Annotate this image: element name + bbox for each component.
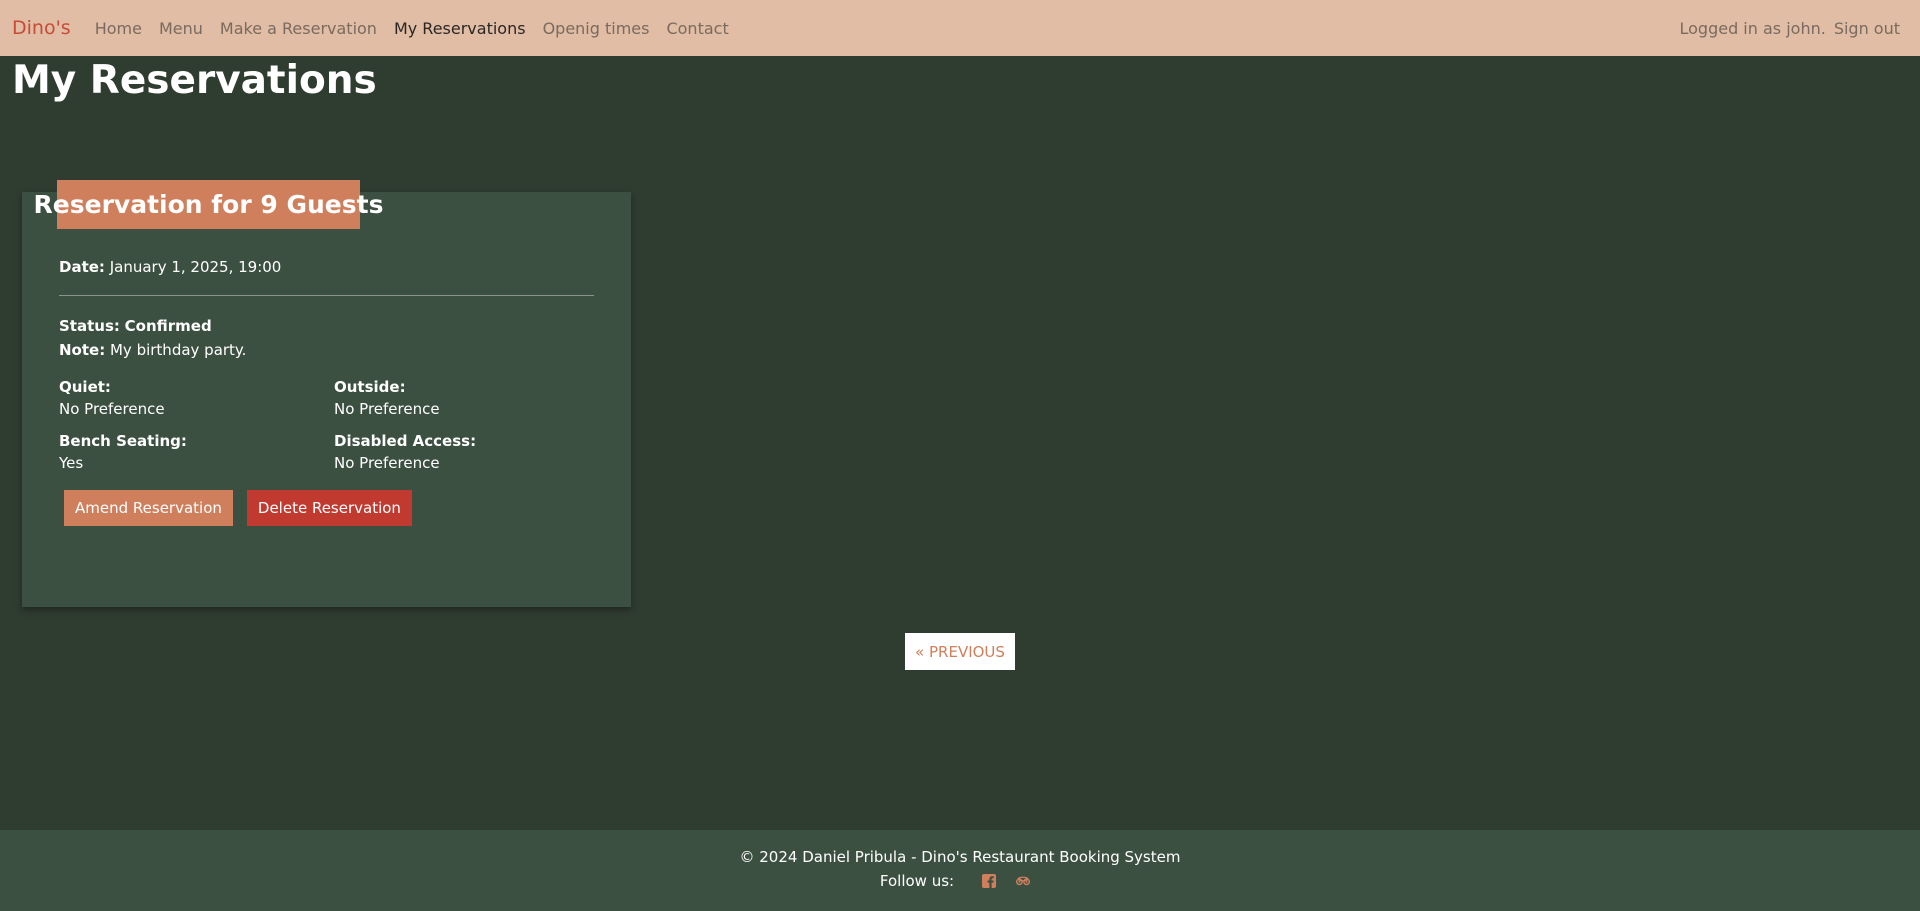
bench-preference: Bench Seating: Yes <box>59 430 334 474</box>
nav-link-menu[interactable]: Menu <box>159 19 203 38</box>
nav-user-area: Logged in as john. Sign out <box>1679 19 1900 38</box>
reservation-details: Date: January 1, 2025, 19:00 Status: Con… <box>59 255 594 526</box>
nav-link-my-reservations[interactable]: My Reservations <box>394 19 526 38</box>
bench-value: Yes <box>59 454 84 472</box>
reservation-actions: Amend Reservation Delete Reservation <box>64 490 594 526</box>
navbar: Dino's Home Menu Make a Reservation My R… <box>0 0 1920 56</box>
outside-value: No Preference <box>334 400 440 418</box>
nav-links: Home Menu Make a Reservation My Reservat… <box>95 19 746 38</box>
status-label: Status: <box>59 317 120 335</box>
amend-reservation-button[interactable]: Amend Reservation <box>64 490 233 526</box>
divider <box>59 295 594 296</box>
nav-link-opening-times[interactable]: Openig times <box>543 19 650 38</box>
nav-link-home[interactable]: Home <box>95 19 142 38</box>
preferences-grid: Quiet: No Preference Outside: No Prefere… <box>59 376 594 474</box>
disabled-access-label: Disabled Access: <box>334 432 477 450</box>
disabled-access-value: No Preference <box>334 454 440 472</box>
footer: © 2024 Daniel Pribula - Dino's Restauran… <box>0 830 1920 911</box>
note-row: Note: My birthday party. <box>59 338 594 362</box>
delete-reservation-button[interactable]: Delete Reservation <box>246 490 412 526</box>
note-label: Note: <box>59 341 106 359</box>
quiet-value: No Preference <box>59 400 165 418</box>
brand-link[interactable]: Dino's <box>12 17 71 39</box>
status-value: Confirmed <box>124 317 212 335</box>
note-value: My birthday party. <box>109 341 247 359</box>
outside-preference: Outside: No Preference <box>334 376 594 420</box>
nav-link-make-reservation[interactable]: Make a Reservation <box>220 19 377 38</box>
disabled-access-preference: Disabled Access: No Preference <box>334 430 594 474</box>
quiet-label: Quiet: <box>59 378 111 396</box>
reservation-heading: Reservation for 9 Guests <box>34 180 383 229</box>
previous-page-button[interactable]: « PREVIOUS <box>905 633 1015 670</box>
status-row: Status: Confirmed <box>59 314 594 338</box>
tripadvisor-icon[interactable] <box>1015 873 1031 889</box>
page-title: My Reservations <box>12 58 377 103</box>
sign-out-link[interactable]: Sign out <box>1834 19 1900 38</box>
follow-label: Follow us: <box>879 872 955 890</box>
logged-in-text: Logged in as john. <box>1679 18 1826 38</box>
bench-label: Bench Seating: <box>59 432 187 450</box>
date-label: Date: <box>59 258 105 276</box>
footer-copyright: © 2024 Daniel Pribula - Dino's Restauran… <box>739 848 1181 866</box>
nav-link-contact[interactable]: Contact <box>666 19 728 38</box>
outside-label: Outside: <box>334 378 406 396</box>
date-row: Date: January 1, 2025, 19:00 <box>59 255 594 279</box>
quiet-preference: Quiet: No Preference <box>59 376 334 420</box>
date-value: January 1, 2025, 19:00 <box>109 258 282 276</box>
facebook-icon[interactable] <box>981 873 997 889</box>
footer-follow: Follow us: <box>0 872 1920 890</box>
